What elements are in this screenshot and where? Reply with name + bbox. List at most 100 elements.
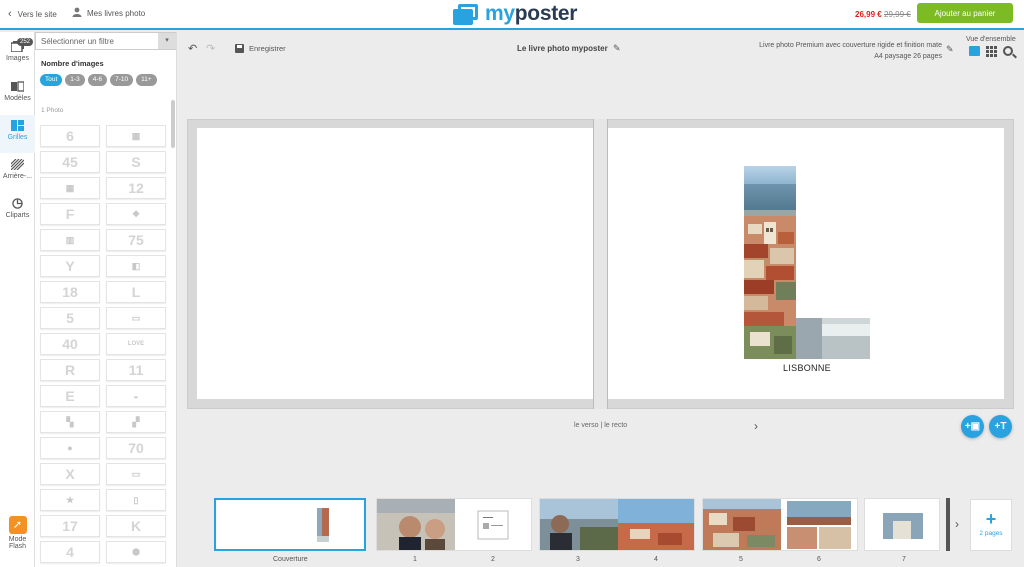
grid-layout-tile[interactable]: S — [106, 151, 166, 173]
grid-layout-tile[interactable]: 18 — [40, 281, 100, 303]
thumbnail-label-6: 6 — [817, 556, 821, 563]
chip-4-6[interactable]: 4-6 — [87, 74, 108, 86]
flash-mode-button[interactable]: ➚ Mode Flash — [0, 512, 35, 550]
thumbnail-page-7[interactable] — [864, 498, 940, 551]
grid-layout-tile[interactable]: F — [40, 203, 100, 225]
thumbnail-cover[interactable] — [214, 498, 366, 551]
grid-layout-tile[interactable]: ▯ — [106, 489, 166, 511]
grid-layout-tile[interactable]: 17 — [40, 515, 100, 537]
top-bar: ‹ Vers le site Mes livres photo myposter… — [0, 0, 1024, 30]
grid-layout-tile[interactable]: 70 — [106, 437, 166, 459]
image-count-chips: Tout 1-3 4-6 7-10 11+ — [40, 74, 157, 86]
thumbnails-next-chevron-icon[interactable]: › — [955, 517, 959, 531]
rail-item-templates[interactable]: Modèles — [0, 76, 35, 114]
section-label: 1 Photo — [41, 107, 64, 114]
page-indicator: le verso | le recto — [574, 422, 628, 429]
edit-title-pencil-icon[interactable]: ✎ — [613, 43, 621, 54]
grid-view-icon[interactable] — [986, 46, 997, 57]
images-count-badge: 252 — [17, 38, 34, 46]
my-photo-books-label: Mes livres photo — [87, 8, 146, 18]
dropdown-arrow-icon: ▾ — [158, 33, 176, 49]
rail-item-images[interactable]: 252 Images — [0, 36, 35, 74]
current-price: 26,99 € — [855, 10, 882, 19]
grid-layout-tile[interactable]: Y — [40, 255, 100, 277]
tool-rail: 252 Images Modèles Grilles Arrière-... C… — [0, 32, 35, 567]
grid-layout-tile[interactable]: ★ — [40, 489, 100, 511]
grid-layout-icon — [11, 120, 24, 131]
floppy-disk-icon — [235, 44, 244, 53]
rail-item-grids[interactable]: Grilles — [0, 115, 35, 153]
add-image-button[interactable]: +▣ — [961, 415, 984, 438]
grid-layout-tile[interactable]: E — [40, 385, 100, 407]
thumbnail-label-2: 2 — [491, 556, 495, 563]
grid-layout-list: 6 ▦ 45 S ▦ 12 F ❖ ▥ 75 Y ◧ 18 L 5 ▭ 40 LOVE R 11 E ◒ ▚ ▞ ● 70 X ▭ ★ ▯… — [40, 125, 167, 563]
next-page-chevron-icon[interactable]: › — [754, 419, 758, 433]
grid-layout-tile[interactable]: ▭ — [106, 463, 166, 485]
grid-layout-tile[interactable]: ▦ — [40, 177, 100, 199]
book-title: Le livre photo myposter — [517, 44, 608, 53]
add-text-button[interactable]: +T — [989, 415, 1012, 438]
single-view-icon[interactable] — [969, 46, 980, 56]
grid-layout-tile[interactable]: 75 — [106, 229, 166, 251]
grids-panel: Sélectionner un filtre ▾ Nombre d'images… — [35, 32, 177, 567]
undo-icon[interactable]: ↶ — [188, 42, 197, 55]
grid-layout-tile[interactable]: ▚ — [40, 411, 100, 433]
grid-layout-tile[interactable]: ◒ — [106, 385, 166, 407]
image-count-title: Nombre d'images — [41, 59, 104, 68]
search-icon[interactable] — [1003, 46, 1013, 56]
grid-layout-tile[interactable]: 45 — [40, 151, 100, 173]
grid-layout-tile[interactable]: ⬢ — [106, 541, 166, 563]
grid-layout-tile[interactable]: 5 — [40, 307, 100, 329]
my-photo-books-link[interactable]: Mes livres photo — [72, 7, 145, 19]
grid-layout-tile[interactable]: LOVE — [106, 333, 166, 355]
rail-item-cliparts[interactable]: Cliparts — [0, 193, 35, 231]
logo-mark-icon — [452, 2, 480, 26]
panel-scrollbar[interactable] — [171, 100, 175, 148]
chip-11-plus[interactable]: 11+ — [136, 74, 157, 86]
grid-layout-tile[interactable]: X — [40, 463, 100, 485]
thumbnail-label-3: 3 — [576, 556, 580, 563]
edit-product-pencil-icon[interactable]: ✎ — [946, 44, 954, 55]
chip-7-10[interactable]: 7-10 — [110, 74, 134, 86]
grid-layout-tile[interactable]: ❖ — [106, 203, 166, 225]
user-icon — [72, 7, 82, 19]
grid-layout-tile[interactable]: K — [106, 515, 166, 537]
thumbnail-label-cover: Couverture — [273, 556, 308, 563]
thumbnail-page-8-partial[interactable] — [946, 498, 950, 551]
save-button[interactable]: Enregistrer — [235, 44, 286, 53]
grid-layout-tile[interactable]: 40 — [40, 333, 100, 355]
rocket-icon: ➚ — [8, 516, 27, 534]
back-to-site-link[interactable]: ‹ Vers le site — [8, 8, 57, 20]
grid-layout-tile[interactable]: R — [40, 359, 100, 381]
add-pages-button[interactable]: + 2 pages — [970, 499, 1012, 551]
filter-select[interactable]: Sélectionner un filtre ▾ — [35, 32, 176, 50]
myposter-logo[interactable]: myposter — [452, 2, 577, 26]
chip-1-3[interactable]: 1-3 — [65, 74, 85, 86]
thumbnail-spread-5-6[interactable] — [702, 498, 858, 551]
book-icon — [11, 81, 25, 92]
thumbnail-label-4: 4 — [654, 556, 658, 563]
redo-icon[interactable]: ↷ — [206, 42, 215, 55]
back-to-site-label: Vers le site — [17, 9, 57, 19]
thumbnail-label-7: 7 — [902, 556, 906, 563]
grid-layout-tile[interactable]: ▭ — [106, 307, 166, 329]
grid-layout-tile[interactable]: 12 — [106, 177, 166, 199]
rail-item-backgrounds[interactable]: Arrière-... — [0, 154, 35, 192]
grid-layout-tile[interactable]: 6 — [40, 125, 100, 147]
grid-layout-tile[interactable]: ▞ — [106, 411, 166, 433]
grid-layout-tile[interactable]: ▥ — [40, 229, 100, 251]
grid-layout-tile[interactable]: ▦ — [106, 125, 166, 147]
grid-layout-tile[interactable]: 11 — [106, 359, 166, 381]
letter-l-photo[interactable] — [744, 166, 870, 359]
thumbnail-spread-1-2[interactable] — [376, 498, 532, 551]
left-page[interactable] — [197, 128, 593, 399]
grid-layout-tile[interactable]: 4 — [40, 541, 100, 563]
grid-layout-tile[interactable]: ● — [40, 437, 100, 459]
thumbnail-spread-3-4[interactable] — [539, 498, 695, 551]
grid-layout-tile[interactable]: L — [106, 281, 166, 303]
overview-label: Vue d'ensemble — [966, 36, 1016, 43]
photo-caption[interactable]: LISBONNE — [744, 363, 870, 373]
grid-layout-tile[interactable]: ◧ — [106, 255, 166, 277]
chip-all[interactable]: Tout — [40, 74, 63, 86]
add-to-cart-button[interactable]: Ajouter au panier — [917, 3, 1013, 23]
